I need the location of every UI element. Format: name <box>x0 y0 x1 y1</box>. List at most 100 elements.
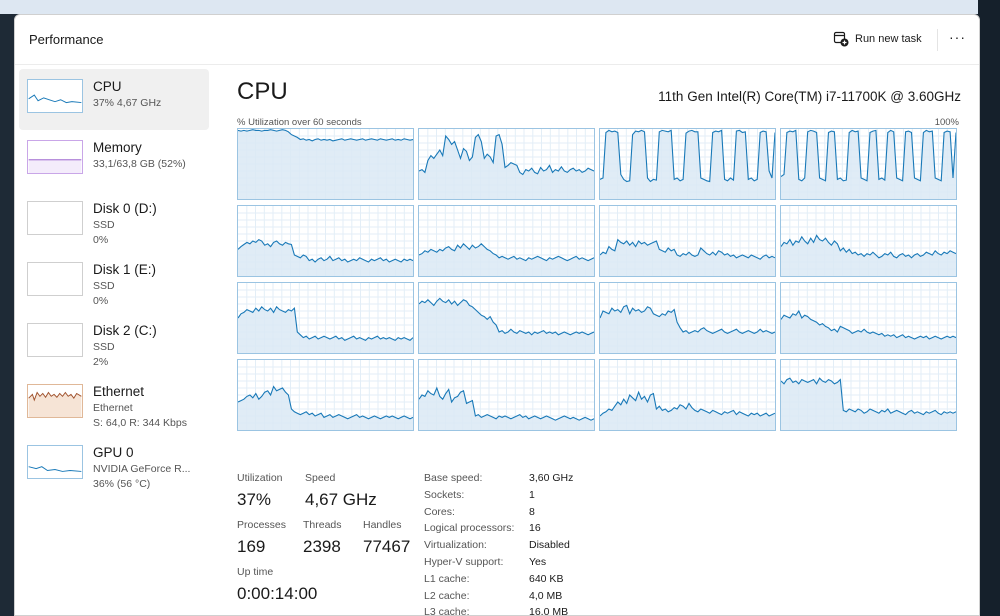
sidebar-item-name: Memory <box>93 140 142 155</box>
cpu-core-graph <box>418 283 595 353</box>
handles-label: Handles <box>363 519 402 531</box>
spec-value: 4,0 MB <box>529 589 563 602</box>
spec-value: 16 <box>529 522 541 535</box>
sidebar-item-detail: 37% 4,67 GHz <box>93 97 162 109</box>
processes-value: 169 <box>237 537 266 556</box>
sidebar: CPU 37% 4,67 GHz Memory 33,1/63,8 GB (52%) D… <box>19 69 209 496</box>
cpu-core-graph <box>237 129 414 199</box>
page-title: Performance <box>29 32 104 47</box>
speed-value: 4,67 GHz <box>305 490 377 509</box>
sidebar-item-cpu[interactable]: CPU 37% 4,67 GHz <box>19 69 209 130</box>
spec-value: 16,0 MB <box>529 606 569 616</box>
logical-processor-graph-1 <box>418 128 595 200</box>
sidebar-thumbnail-graph <box>27 79 83 113</box>
logical-processor-graph-11 <box>780 282 957 354</box>
logical-processor-graph-6 <box>599 205 776 277</box>
graph-max-label: 100% <box>934 117 959 128</box>
sidebar-thumbnail-graph <box>27 445 83 479</box>
sidebar-item-disk-2-c[interactable]: Disk 2 (C:) SSD 2% <box>19 313 209 374</box>
cpu-core-graph <box>780 129 957 199</box>
cpu-core-graph <box>418 360 595 430</box>
sidebar-item-gpu-0[interactable]: GPU 0 NVIDIA GeForce R... 36% (56 °C) <box>19 435 209 496</box>
spec-value: 8 <box>529 505 535 518</box>
logical-processor-graph-5 <box>418 205 595 277</box>
sidebar-thumbnail-graph <box>27 323 83 357</box>
cpu-core-graph <box>780 283 957 353</box>
threads-label: Threads <box>303 519 342 531</box>
cpu-core-graph <box>599 206 776 276</box>
sidebar-thumbnail-graph <box>27 384 83 418</box>
cpu-model-name: 11th Gen Intel(R) Core(TM) i7-11700K @ 3… <box>658 89 961 104</box>
sidebar-thumbnail-line <box>28 94 82 104</box>
desktop-background-right <box>978 0 1000 616</box>
sidebar-item-detail: SSD <box>93 219 115 231</box>
sidebar-item-name: Disk 2 (C:) <box>93 323 157 338</box>
run-new-task-button[interactable]: Run new task <box>833 31 922 47</box>
sidebar-item-disk-0-d[interactable]: Disk 0 (D:) SSD 0% <box>19 191 209 252</box>
logical-processor-graph-9 <box>418 282 595 354</box>
spec-label: L2 cache: <box>424 589 470 602</box>
cpu-core-graph <box>237 283 414 353</box>
logical-processor-graph-0 <box>237 128 414 200</box>
spec-label: L1 cache: <box>424 572 470 585</box>
logical-processor-graph-3 <box>780 128 957 200</box>
spec-label: Virtualization: <box>424 539 487 552</box>
page-header: Performance Run new task ··· <box>15 15 979 65</box>
logical-processor-graph-2 <box>599 128 776 200</box>
logical-processor-graph-4 <box>237 205 414 277</box>
desktop-background-top <box>0 0 1000 14</box>
sidebar-item-ethernet[interactable]: Ethernet Ethernet S: 64,0 R: 344 Kbps <box>19 374 209 435</box>
logical-processor-graph-8 <box>237 282 414 354</box>
threads-value: 2398 <box>303 537 341 556</box>
uptime-value: 0:00:14:00 <box>237 584 318 603</box>
logical-processor-graph-14 <box>599 359 776 431</box>
cpu-core-graph <box>780 206 957 276</box>
spec-label: Base speed: <box>424 472 483 484</box>
handles-value: 77467 <box>363 537 411 556</box>
sidebar-item-name: GPU 0 <box>93 445 134 460</box>
sidebar-thumbnail-graph <box>27 262 83 296</box>
processes-label: Processes <box>237 519 287 531</box>
sidebar-item-detail: SSD <box>93 280 115 292</box>
uptime-label: Up time <box>237 566 274 578</box>
cpu-core-graph <box>599 360 776 430</box>
spec-label: Logical processors: <box>424 522 515 535</box>
utilization-label: Utilization <box>237 472 283 484</box>
spec-value: 640 KB <box>529 572 564 585</box>
cpu-core-graph <box>780 360 957 430</box>
sidebar-item-detail: SSD <box>93 341 115 353</box>
sidebar-item-detail: Ethernet <box>93 402 133 414</box>
panel-title: CPU <box>237 78 288 105</box>
cpu-core-graph <box>237 360 414 430</box>
sidebar-thumbnail-line <box>28 391 82 417</box>
sidebar-item-detail: S: 64,0 R: 344 Kbps <box>93 417 187 429</box>
header-divider <box>937 29 938 51</box>
sidebar-item-detail: 0% <box>93 234 109 246</box>
sidebar-item-name: Disk 0 (D:) <box>93 201 157 216</box>
spec-value: Yes <box>529 556 547 568</box>
sidebar-item-detail: 36% (56 °C) <box>93 478 151 490</box>
sidebar-thumbnail-graph <box>27 201 83 235</box>
logical-processor-graph-12 <box>237 359 414 431</box>
sidebar-thumbnail-graph <box>27 140 83 174</box>
cpu-core-graph <box>418 206 595 276</box>
more-options-button[interactable]: ··· <box>949 29 966 45</box>
cpu-core-graph <box>418 129 595 199</box>
sidebar-thumbnail-line <box>28 466 82 472</box>
spec-value: 3,60 GHz <box>529 472 574 484</box>
sidebar-item-disk-1-e[interactable]: Disk 1 (E:) SSD 0% <box>19 252 209 313</box>
cpu-core-graph <box>599 129 776 199</box>
spec-value: 1 <box>529 488 535 501</box>
logical-processor-graph-13 <box>418 359 595 431</box>
spec-label: Hyper-V support: <box>424 556 504 568</box>
sidebar-item-memory[interactable]: Memory 33,1/63,8 GB (52%) <box>19 130 209 191</box>
spec-label: Cores: <box>424 505 455 518</box>
sidebar-item-detail: 2% <box>93 356 109 368</box>
sidebar-item-name: CPU <box>93 79 122 94</box>
run-task-icon <box>833 31 849 47</box>
logical-processor-graph-10 <box>599 282 776 354</box>
speed-label: Speed <box>305 472 336 484</box>
spec-label: Sockets: <box>424 488 465 501</box>
sidebar-item-name: Ethernet <box>93 384 145 399</box>
sidebar-item-detail: 0% <box>93 295 109 307</box>
